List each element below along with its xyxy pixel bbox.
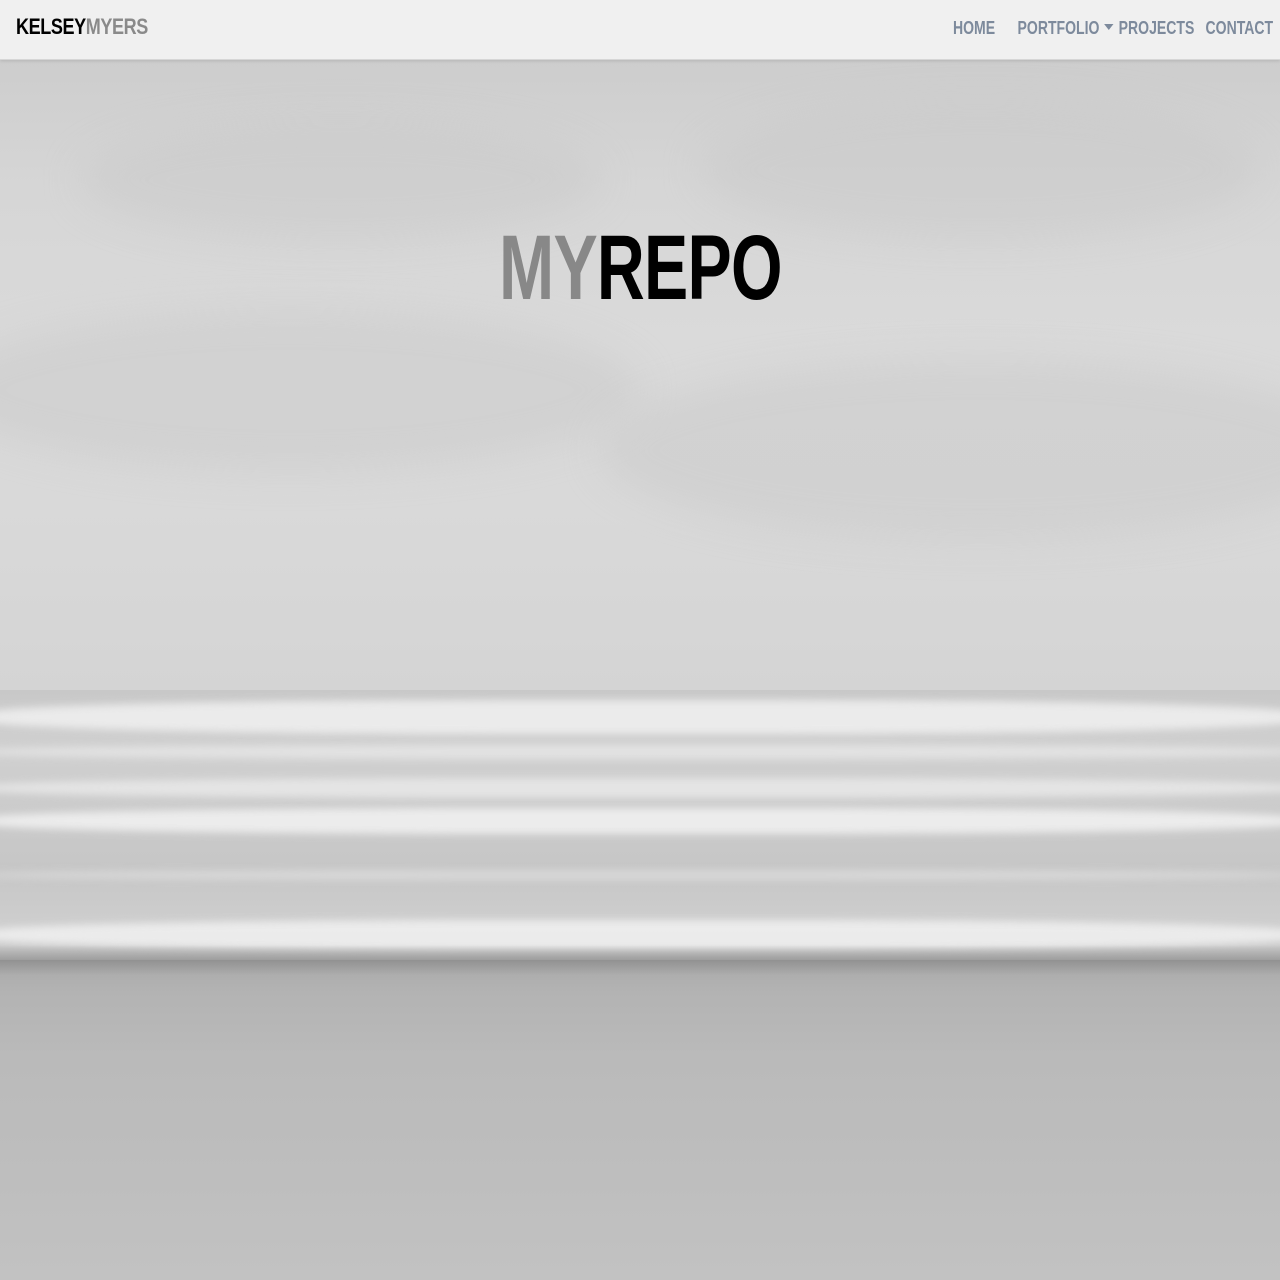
wave-foam: [0, 870, 1280, 880]
brand-last-name: MYERS: [85, 14, 149, 39]
wave-foam: [0, 778, 1280, 798]
wave-foam: [0, 700, 1280, 734]
nav-item-portfolio-label: PORTFOLIO: [1017, 18, 1100, 38]
chevron-down-icon: [1104, 24, 1114, 31]
nav-item-home[interactable]: HOME: [953, 18, 995, 39]
shoreline: [0, 945, 1280, 975]
hero-sky-background: [0, 60, 1280, 700]
hero-sand-background: [0, 960, 1280, 1280]
hero-section: MYREPO: [0, 60, 1280, 1280]
hero-title: MYREPO: [0, 218, 1280, 318]
brand-first-name: KELSEY: [16, 14, 86, 39]
wave-foam: [0, 745, 1280, 759]
nav-item-contact[interactable]: CONTACT: [1206, 18, 1274, 39]
cloud-shape: [600, 360, 1280, 540]
hero-title-part1: MY: [498, 217, 598, 319]
nav-item-projects[interactable]: PROJECTS: [1119, 18, 1195, 39]
nav-item-portfolio[interactable]: PORTFOLIO: [1018, 18, 1114, 39]
wave-foam: [0, 808, 1280, 834]
cloud-shape: [0, 310, 640, 470]
brand-logo-link[interactable]: KELSEYMYERS: [16, 14, 148, 40]
hero-title-part2: REPO: [596, 217, 783, 319]
hero-title-text: MYREPO: [499, 218, 782, 318]
navbar: KELSEYMYERS HOME PORTFOLIO PROJECTS CONT…: [0, 0, 1280, 60]
